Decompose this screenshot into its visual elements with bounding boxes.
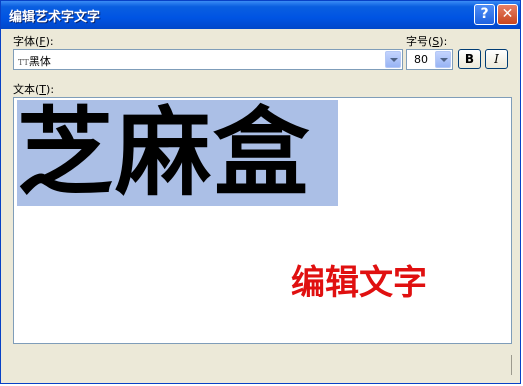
text-label: 文本(T):	[13, 83, 55, 96]
text-input-area[interactable]: 芝麻盒	[13, 97, 512, 344]
chevron-down-icon[interactable]	[385, 51, 401, 68]
truetype-font-icon: TT	[18, 58, 29, 67]
dialog-title: 编辑艺术字文字	[9, 10, 101, 25]
dialog-footer	[1, 347, 520, 383]
edit-text-annotation: 编辑文字	[291, 263, 427, 303]
font-value: TT黑体	[18, 55, 51, 68]
selected-text[interactable]: 芝麻盒	[17, 100, 338, 206]
size-select[interactable]: 80	[406, 49, 453, 70]
resize-grip[interactable]	[511, 355, 512, 375]
italic-button[interactable]: I	[485, 49, 508, 69]
size-label: 字号(S):	[406, 35, 448, 48]
bold-button[interactable]: B	[458, 49, 481, 69]
font-select[interactable]: TT黑体	[13, 49, 403, 70]
close-button[interactable]: ✕	[497, 4, 518, 25]
help-button[interactable]: ?	[474, 4, 495, 25]
chevron-down-icon[interactable]	[435, 51, 451, 68]
title-bar[interactable]: 编辑艺术字文字 ? ✕	[1, 1, 520, 29]
font-label: 字体(F):	[13, 35, 54, 48]
size-value: 80	[414, 53, 428, 66]
edit-wordart-dialog: 编辑艺术字文字 ? ✕ 字体(F): TT黑体 字号(S): 80 B I 文本…	[0, 0, 521, 384]
help-icon: ?	[480, 6, 489, 22]
close-icon: ✕	[501, 6, 514, 22]
